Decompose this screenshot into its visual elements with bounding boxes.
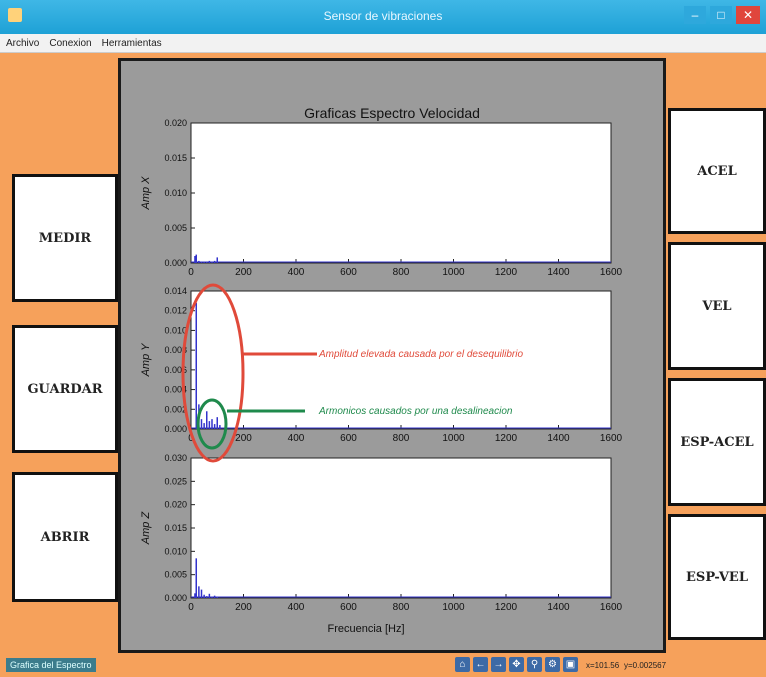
vel-button[interactable]: VEL — [668, 242, 766, 370]
window-controls: – □ ✕ — [684, 6, 760, 24]
menu-archivo[interactable]: Archivo — [6, 38, 39, 49]
pan-icon[interactable]: ✥ — [509, 657, 524, 672]
x-tick-label: 1600 — [600, 267, 623, 278]
x-tick-label: 1600 — [600, 602, 623, 613]
x-tick-label: 1400 — [547, 602, 570, 613]
x-axis-label: Frecuencia [Hz] — [327, 623, 405, 635]
maximize-icon[interactable]: □ — [710, 6, 732, 24]
cursor-y-readout: y=0.002567 — [624, 661, 667, 670]
x-tick-label: 600 — [340, 602, 357, 613]
y-tick-label: 0.020 — [164, 118, 187, 128]
x-tick-label: 600 — [340, 433, 357, 444]
medir-button[interactable]: MEDIR — [12, 174, 118, 302]
acel-button[interactable]: ACEL — [668, 108, 766, 234]
x-tick-label: 1000 — [442, 602, 465, 613]
x-tick-label: 200 — [235, 602, 252, 613]
y-tick-label: 0.010 — [164, 546, 187, 556]
save-icon[interactable]: ▣ — [563, 657, 578, 672]
x-tick-label: 1200 — [495, 433, 518, 444]
abrir-button[interactable]: ABRIR — [12, 472, 118, 602]
y-tick-label: 0.025 — [164, 476, 187, 486]
x-tick-label: 1000 — [442, 433, 465, 444]
guardar-button[interactable]: GUARDAR — [12, 325, 118, 453]
x-tick-label: 400 — [288, 602, 305, 613]
back-icon[interactable]: ← — [473, 657, 488, 672]
x-tick-label: 800 — [393, 267, 410, 278]
y-tick-label: 0.005 — [164, 570, 187, 580]
y-tick-label: 0.000 — [164, 424, 187, 434]
close-icon[interactable]: ✕ — [736, 6, 760, 24]
x-tick-label: 0 — [188, 267, 194, 278]
status-bar: Grafica del Espectro ⌂ ← → ✥ ⚲ ⚙ ▣ x=101… — [0, 655, 766, 677]
x-tick-label: 800 — [393, 602, 410, 613]
y-axis-label: Amp Y — [140, 343, 152, 377]
y-tick-label: 0.005 — [164, 223, 187, 233]
annotation-red-text: Amplitud elevada causada por el desequil… — [319, 349, 524, 360]
esp-acel-button[interactable]: ESP-ACEL — [668, 378, 766, 506]
x-tick-label: 800 — [393, 433, 410, 444]
home-icon[interactable]: ⌂ — [455, 657, 470, 672]
y-tick-label: 0.010 — [164, 188, 187, 198]
y-axis-label: Amp Z — [140, 511, 152, 546]
x-tick-label: 0 — [188, 602, 194, 613]
esp-vel-button[interactable]: ESP-VEL — [668, 514, 766, 640]
chart-panel: Graficas Espectro Velocidad 0.000 0.005 0.… — [118, 58, 666, 653]
y-tick-label: 0.000 — [164, 593, 187, 603]
window-title: Sensor de vibraciones — [323, 9, 443, 23]
minimize-icon[interactable]: – — [684, 6, 706, 24]
status-label: Grafica del Espectro — [6, 658, 96, 672]
x-tick-label: 1400 — [547, 433, 570, 444]
y-tick-label: 0.000 — [164, 258, 187, 268]
plot-area — [190, 122, 612, 264]
y-tick-label: 0.014 — [164, 286, 187, 296]
annotation-green-text: Armonicos causados por una desalineacion — [319, 406, 513, 417]
x-tick-label: 1000 — [442, 267, 465, 278]
x-tick-label: 400 — [288, 267, 305, 278]
title-bar: Sensor de vibraciones – □ ✕ — [0, 0, 766, 34]
x-tick-label: 1200 — [495, 602, 518, 613]
y-tick-label: 0.020 — [164, 500, 187, 510]
configure-icon[interactable]: ⚙ — [545, 657, 560, 672]
x-tick-label: 400 — [288, 433, 305, 444]
y-tick-label: 0.012 — [164, 306, 187, 316]
x-tick-label: 600 — [340, 267, 357, 278]
y-tick-label: 0.030 — [164, 453, 187, 463]
y-tick-label: 0.015 — [164, 523, 187, 533]
y-tick-label: 0.010 — [164, 325, 187, 335]
x-tick-label: 1600 — [600, 433, 623, 444]
x-tick-label: 200 — [235, 267, 252, 278]
x-tick-label: 200 — [235, 433, 252, 444]
menu-conexion[interactable]: Conexion — [49, 38, 91, 49]
menu-bar: Archivo Conexion Herramientas — [0, 34, 766, 53]
x-tick-label: 1400 — [547, 267, 570, 278]
y-tick-label: 0.015 — [164, 153, 187, 163]
menu-herramientas[interactable]: Herramientas — [102, 38, 162, 49]
forward-icon[interactable]: → — [491, 657, 506, 672]
cursor-x-readout: x=101.56 — [586, 661, 620, 670]
x-tick-label: 1200 — [495, 267, 518, 278]
y-axis-label: Amp X — [140, 176, 152, 211]
plot-area — [190, 457, 612, 599]
zoom-icon[interactable]: ⚲ — [527, 657, 542, 672]
